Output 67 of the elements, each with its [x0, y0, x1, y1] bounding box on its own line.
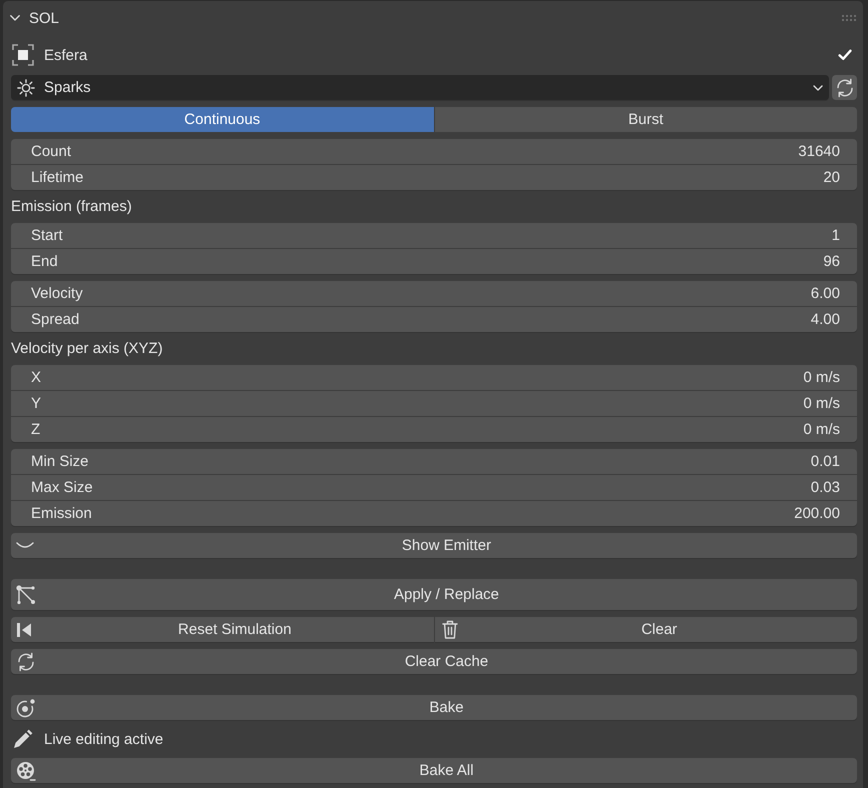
- field-value: 200.00: [794, 505, 840, 522]
- number-field[interactable]: Velocity 6.00: [11, 281, 857, 306]
- field-label: Z: [31, 421, 42, 438]
- clear-button[interactable]: Clear: [434, 617, 857, 642]
- field-label: Min Size: [31, 453, 90, 470]
- skip-back-icon: [17, 622, 31, 636]
- field-label: Emission: [31, 505, 93, 522]
- field-value: 6.00: [810, 285, 840, 302]
- field-value: 4.00: [810, 311, 840, 328]
- number-field[interactable]: Lifetime 20: [11, 165, 857, 190]
- reset-simulation-button[interactable]: Reset Simulation: [11, 617, 434, 642]
- field-label: Max Size: [31, 479, 94, 496]
- field-value: 0.01: [810, 453, 840, 470]
- chevron-icon[interactable]: [10, 15, 20, 21]
- number-field[interactable]: Start 1: [11, 223, 857, 248]
- field-label: Velocity: [31, 285, 84, 302]
- field-value: 0 m/s: [803, 369, 840, 386]
- bake-all-button[interactable]: Bake All: [11, 758, 857, 783]
- toggle-button[interactable]: Show Emitter: [11, 533, 857, 558]
- preset-dropdown[interactable]: Sparks: [11, 75, 829, 100]
- refresh-icon: [16, 652, 36, 672]
- clear-cache-button[interactable]: Clear Cache: [11, 649, 857, 674]
- trash-icon: [442, 620, 458, 639]
- field-value: 1: [832, 227, 840, 244]
- field-value: 31640: [798, 143, 840, 160]
- number-field[interactable]: Emission 200.00: [11, 501, 857, 526]
- field-label: Count: [31, 143, 72, 160]
- number-field[interactable]: X 0 m/s: [11, 365, 857, 390]
- refresh-button[interactable]: [832, 75, 857, 100]
- field-label: Y: [31, 395, 42, 412]
- section-label: Velocity per axis (XYZ): [11, 340, 164, 358]
- number-field[interactable]: Min Size 0.01: [11, 449, 857, 474]
- number-field[interactable]: Z 0 m/s: [11, 417, 857, 442]
- pencil-icon: [13, 729, 33, 749]
- number-field[interactable]: End 96: [11, 249, 857, 274]
- number-field[interactable]: Count 31640: [11, 139, 857, 164]
- object-name: Esfera: [44, 46, 88, 64]
- section-label: Emission (frames): [11, 198, 133, 216]
- field-value: 0.03: [810, 479, 840, 496]
- field-label: Lifetime: [31, 169, 85, 186]
- refresh-icon: [834, 78, 854, 98]
- checkmark-icon[interactable]: [838, 49, 852, 61]
- field-value: 20: [823, 169, 840, 186]
- tab[interactable]: Continuous: [11, 107, 434, 132]
- tab[interactable]: Burst: [434, 107, 857, 132]
- number-field[interactable]: Spread 4.00: [11, 307, 857, 332]
- sun-icon: [17, 78, 35, 96]
- status-text: Live editing active: [44, 730, 164, 748]
- field-value: 96: [823, 253, 840, 270]
- field-label: X: [31, 369, 42, 386]
- field-value: 0 m/s: [803, 421, 840, 438]
- field-label: Start: [31, 227, 64, 244]
- square-frame-icon: [12, 44, 34, 66]
- number-field[interactable]: Max Size 0.03: [11, 475, 857, 500]
- bake-button[interactable]: Bake: [11, 695, 857, 720]
- drag-handle-icon[interactable]: [842, 15, 856, 21]
- panel-title: SOL: [29, 10, 60, 26]
- film-reel-icon: [16, 760, 36, 780]
- field-label: Spread: [31, 311, 80, 328]
- field-label: End: [31, 253, 59, 270]
- arc-icon: [16, 542, 34, 550]
- caret-icon: [813, 84, 823, 90]
- ring-dot-icon: [16, 698, 36, 718]
- apply-replace-button[interactable]: Apply / Replace: [11, 579, 857, 610]
- number-field[interactable]: Y 0 m/s: [11, 391, 857, 416]
- node-graph-icon: [16, 584, 36, 604]
- field-value: 0 m/s: [803, 395, 840, 412]
